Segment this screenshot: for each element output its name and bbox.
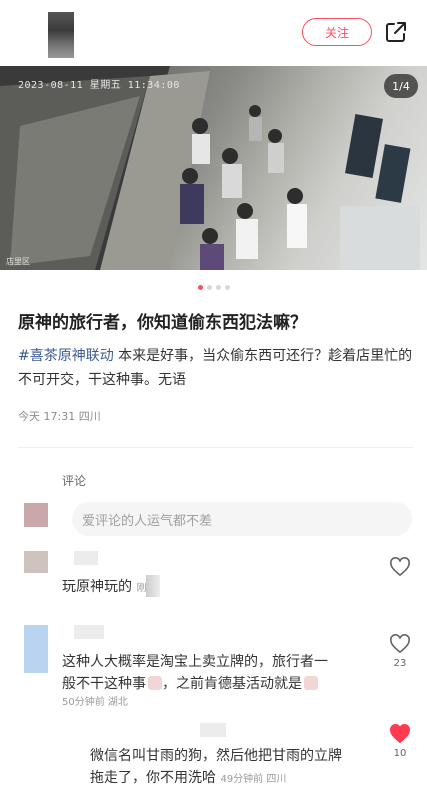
comment-content: 玩原神玩的 — [62, 579, 132, 595]
author-avatar[interactable] — [48, 12, 74, 58]
top-bar: 关注 — [0, 0, 427, 62]
post-title: 原神的旅行者，你知道偷东西犯法嘛？ — [18, 313, 307, 333]
emoji-icon — [148, 676, 162, 690]
comment-text: 微信名叫甘雨的狗，然后他把甘雨的立牌 拖走了，你不用洗哈 49分钟前 四川 — [90, 745, 342, 791]
carousel-dot[interactable] — [197, 285, 203, 290]
commenter-name[interactable] — [74, 625, 104, 639]
comment-time: 49分钟前 四川 — [220, 774, 287, 785]
carousel-dots — [0, 285, 427, 290]
comment-input-placeholder: 爱评论的人运气都不差 — [82, 513, 213, 529]
like-heart-icon[interactable] — [389, 557, 411, 577]
photo-counter: 1/4 — [384, 74, 418, 98]
liked-heart-icon[interactable] — [389, 724, 411, 744]
carousel-dot[interactable] — [215, 285, 221, 290]
cctv-store-image — [0, 66, 420, 270]
comment-time: 50分钟前 湖北 — [62, 697, 128, 708]
commenter-name[interactable] — [74, 551, 98, 565]
comment-text: 这种人大概率是淘宝上卖立牌的，旅行者一 般不干这种事 ，之前肯德基活动就是 50分… — [62, 651, 328, 711]
blurred-text — [146, 575, 161, 597]
comment-line: 拖走了，你不用洗哈 49分钟前 四川 — [90, 770, 287, 786]
like-count: 10 — [393, 748, 407, 759]
comment-text: 玩原神玩的 刚 — [62, 575, 161, 600]
post-photo[interactable]: 2023-08-11 星期五 11:34:00 1/4 店里区 — [0, 66, 427, 270]
comment-input[interactable]: 爱评论的人运气都不差 — [72, 502, 412, 536]
post-meta: 今天 17:31 四川 — [18, 410, 101, 423]
commenter-avatar[interactable] — [24, 625, 48, 673]
follow-button[interactable]: 关注 — [302, 18, 372, 46]
carousel-dot[interactable] — [206, 285, 212, 290]
like-count: 23 — [393, 658, 407, 669]
comment-line: 这种人大概率是淘宝上卖立牌的，旅行者一 — [62, 654, 328, 670]
emoji-icon — [304, 676, 318, 690]
my-avatar — [24, 503, 48, 527]
comment-time: 刚 — [136, 583, 147, 594]
commenter-name[interactable] — [200, 723, 226, 737]
comment-line: 般不干这种事 ，之前肯德基活动就是 — [62, 673, 328, 695]
comment-line: 微信名叫甘雨的狗，然后他把甘雨的立牌 — [90, 748, 342, 764]
carousel-dot[interactable] — [224, 285, 230, 290]
camera-tag: 店里区 — [6, 257, 30, 266]
comments-label: 评论 — [62, 474, 87, 488]
photo-timestamp: 2023-08-11 星期五 11:34:00 — [18, 80, 180, 91]
post-body: #喜茶原神联动 本来是好事，当众偷东西可还行？趁着店里忙的不可开交，干这种事。无… — [18, 344, 413, 392]
hashtag-link[interactable]: #喜茶原神联动 — [18, 348, 114, 364]
commenter-avatar[interactable] — [24, 551, 48, 573]
share-external-icon[interactable] — [384, 20, 408, 44]
like-heart-icon[interactable] — [389, 634, 411, 654]
divider — [18, 447, 413, 448]
